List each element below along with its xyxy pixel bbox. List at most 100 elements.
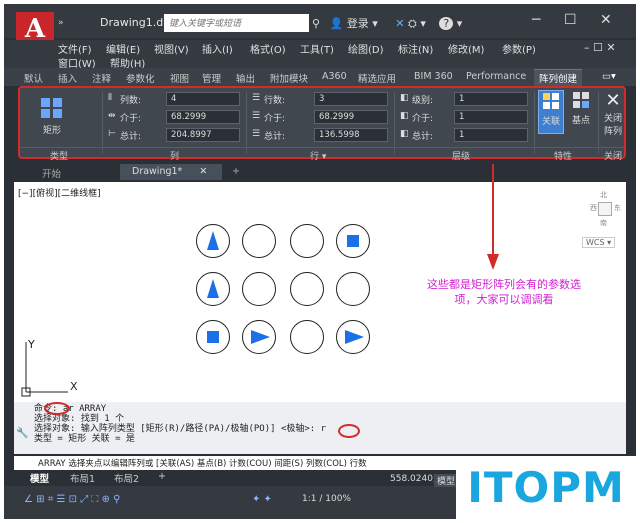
close-button[interactable]: ✕ xyxy=(600,12,612,28)
menu-tools[interactable]: 工具(T) xyxy=(300,41,334,56)
tab-featured[interactable]: 精选应用 xyxy=(358,71,396,85)
login-link[interactable]: 登录 xyxy=(347,17,369,30)
user-icon[interactable]: 👤 xyxy=(330,17,344,30)
associative-label: 关联 xyxy=(541,117,560,127)
level-total-input[interactable]: 1 xyxy=(454,128,528,142)
model-space-button[interactable]: 模型 xyxy=(434,474,459,487)
level-total-icon: ◧ xyxy=(400,129,409,139)
annotation-scale-icon[interactable]: ✦ ✦ xyxy=(252,494,272,505)
add-layout-button[interactable]: + xyxy=(158,471,166,482)
array-circle[interactable] xyxy=(242,272,276,306)
divider xyxy=(246,92,247,154)
a360-icon[interactable]: ⛭ xyxy=(408,17,417,30)
menu-format[interactable]: 格式(O) xyxy=(250,41,286,56)
col-total-input[interactable]: 204.8997 xyxy=(166,128,240,142)
tab-layout1[interactable]: 布局1 xyxy=(70,471,95,485)
tab-parametric[interactable]: 参数化 xyxy=(126,71,155,85)
square-icon xyxy=(347,235,359,247)
menu-params[interactable]: 参数(P) xyxy=(502,41,536,56)
level-total-label: 总计: xyxy=(412,132,434,142)
associative-button[interactable]: 关联 xyxy=(538,90,564,134)
array-circle[interactable] xyxy=(290,224,324,258)
group-row-label[interactable]: 行 ▾ xyxy=(310,149,326,162)
user-tools: ⚲ 👤 登录 ▾ ✕ ⛭ ▾ ? ▾ xyxy=(312,15,462,31)
array-circle[interactable] xyxy=(290,320,324,354)
tab-performance[interactable]: Performance xyxy=(466,71,526,82)
tab-insert[interactable]: 插入 xyxy=(58,71,77,85)
status-tools[interactable]: ∠ ⊞ ⌗ ☰ ⊡ ⤢ ⛶ ⊕ ⚲ xyxy=(24,494,120,505)
level-spacing-icon: ◧ xyxy=(400,111,409,121)
tab-view[interactable]: 视图 xyxy=(170,71,189,85)
col-total-icon: ⊢ xyxy=(108,129,116,139)
array-circle[interactable] xyxy=(336,224,370,258)
group-type-label: 类型 xyxy=(50,152,69,162)
viewport-label[interactable]: [−][俯视][二维线框] xyxy=(18,186,101,199)
x-axis-label: X xyxy=(70,380,78,393)
ribbon-toggle-icon[interactable]: ▭▾ xyxy=(602,71,616,82)
quick-access-expand-icon[interactable]: » xyxy=(58,18,64,28)
row-spacing-input[interactable]: 68.2999 xyxy=(314,110,388,124)
exchange-icon[interactable]: ✕ xyxy=(395,17,404,30)
viewcube[interactable]: 北 西 东 南 xyxy=(590,190,621,240)
col-count-input[interactable]: 4 xyxy=(166,92,240,106)
command-history: 命令: ar ARRAY 选择对象: 找到 1 个 选择对象: 输入阵列类型 [… xyxy=(14,402,626,454)
menu-dimension[interactable]: 标注(N) xyxy=(398,41,433,56)
tab-model[interactable]: 模型 xyxy=(30,471,49,485)
menu-modify[interactable]: 修改(M) xyxy=(448,41,484,56)
scale-readout[interactable]: 1:1 / 100% xyxy=(302,494,351,504)
col-count-icon: ⦀ xyxy=(108,93,112,103)
rect-type-label: 矩形 xyxy=(42,126,61,136)
array-circle[interactable] xyxy=(336,272,370,306)
add-tab-button[interactable]: + xyxy=(226,164,246,180)
row-count-label: 行数: xyxy=(264,96,286,106)
row-spacing-icon: ☰ xyxy=(252,111,261,121)
highlight-ar xyxy=(44,402,70,415)
array-circle[interactable] xyxy=(290,272,324,306)
tab-output[interactable]: 输出 xyxy=(236,71,255,85)
tab-addins[interactable]: 附加模块 xyxy=(270,71,308,85)
menu-draw[interactable]: 绘图(D) xyxy=(348,41,384,56)
level-input[interactable]: 1 xyxy=(454,92,528,106)
drawing-canvas[interactable]: [−][俯视][二维线框] 北 西 东 南 WCS ▾ 这些都是矩形阵列会有的参… xyxy=(14,164,626,402)
search-input[interactable] xyxy=(164,14,309,32)
tab-default[interactable]: 默认 xyxy=(24,71,43,85)
tab-start[interactable]: 开始 xyxy=(30,164,73,180)
menu-file[interactable]: 文件(F) xyxy=(58,41,92,56)
close-tab-icon[interactable]: ✕ xyxy=(199,166,207,177)
tab-array-create[interactable]: 阵列创建 xyxy=(534,69,583,86)
close-array-button[interactable]: ✕ 关闭 阵列 xyxy=(601,90,625,137)
tab-a360[interactable]: A360 xyxy=(322,71,347,82)
wrench-icon[interactable]: 🔧 xyxy=(16,428,28,439)
tab-annotate[interactable]: 注释 xyxy=(92,71,111,85)
doc-window-controls[interactable]: – ☐ ✕ xyxy=(584,41,616,54)
row-count-input[interactable]: 3 xyxy=(314,92,388,106)
tab-manage[interactable]: 管理 xyxy=(202,71,221,85)
array-circle[interactable] xyxy=(336,320,370,354)
array-circle[interactable] xyxy=(196,272,230,306)
menu-edit[interactable]: 编辑(E) xyxy=(106,41,140,56)
array-circle[interactable] xyxy=(242,320,276,354)
tab-bim360[interactable]: BIM 360 xyxy=(414,71,453,82)
help-button[interactable]: ? xyxy=(439,17,454,30)
array-circle[interactable] xyxy=(196,224,230,258)
menu-insert[interactable]: 插入(I) xyxy=(202,41,233,56)
minimize-button[interactable]: ─ xyxy=(532,12,540,28)
document-title: Drawing1.dwg xyxy=(100,16,180,29)
array-circle[interactable] xyxy=(196,320,230,354)
basepoint-button[interactable]: 基点 xyxy=(568,90,594,126)
binoculars-icon[interactable]: ⚲ xyxy=(312,17,320,30)
menu-view[interactable]: 视图(V) xyxy=(154,41,189,56)
rect-type-button[interactable]: 矩形 xyxy=(34,96,70,136)
col-spacing-input[interactable]: 68.2999 xyxy=(166,110,240,124)
tab-drawing[interactable]: Drawing1* ✕ xyxy=(120,164,222,180)
row-total-input[interactable]: 136.5998 xyxy=(314,128,388,142)
chevron-down-icon[interactable]: ▾ xyxy=(420,17,426,30)
wcs-menu[interactable]: WCS ▾ xyxy=(582,237,616,248)
level-spacing-input[interactable]: 1 xyxy=(454,110,528,124)
maximize-button[interactable]: ☐ xyxy=(564,12,577,28)
row-count-icon: ☰ xyxy=(252,93,261,103)
array-circle[interactable] xyxy=(242,224,276,258)
chevron-down-icon[interactable]: ▾ xyxy=(372,17,378,30)
tab-layout2[interactable]: 布局2 xyxy=(114,471,139,485)
chevron-down-icon[interactable]: ▾ xyxy=(457,17,463,30)
